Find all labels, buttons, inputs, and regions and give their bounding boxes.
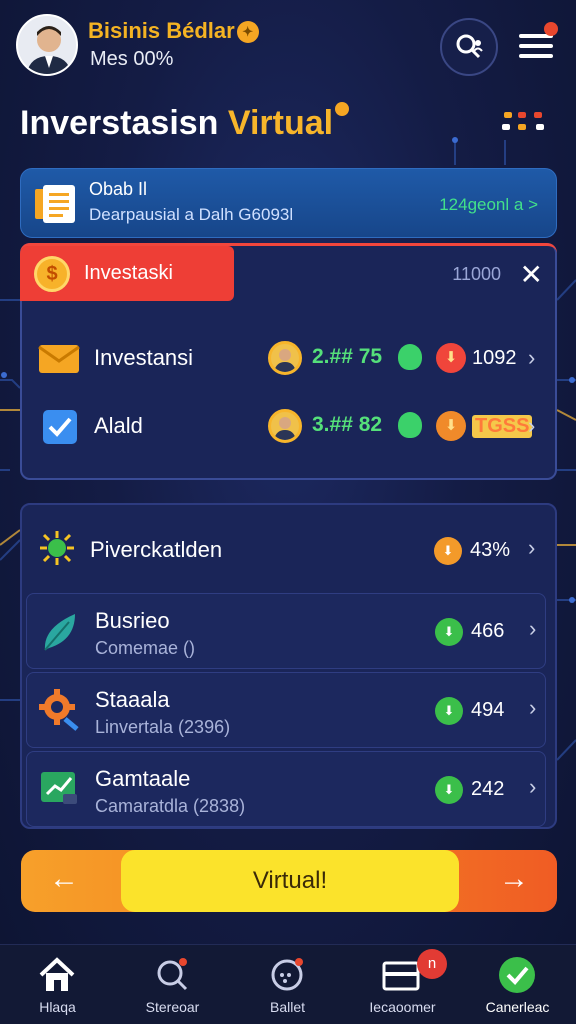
list-item[interactable]: Staaala Linvertala (2396) ⬇ 494 ›: [26, 672, 546, 748]
tab-investaski[interactable]: $ Investaski: [20, 246, 234, 301]
page-title-main: Inverstasisn: [20, 104, 219, 142]
list-item-subtitle: Camaratdla (2838): [95, 796, 246, 816]
chevron-right-icon[interactable]: ›: [528, 535, 535, 561]
search-user-button[interactable]: [440, 18, 498, 76]
arrow-down-icon: ⬇: [435, 697, 463, 725]
investment-panel-header: $ Investaski 11000 ✕: [20, 243, 557, 301]
brand-title: Bisinis Bédlar ✦: [88, 18, 259, 44]
summary-link[interactable]: 124geonl a >: [439, 195, 538, 215]
wallet-icon: [271, 958, 303, 991]
chart-icon: [41, 772, 77, 804]
list-item-subtitle: Linvertala (2396): [95, 717, 231, 737]
row-number: TGSS: [472, 415, 533, 438]
list-item-subtitle: Comemae (): [95, 638, 196, 658]
checkbox-icon: [43, 410, 77, 444]
nav-label: Stereoar: [145, 999, 200, 1015]
home-icon: [39, 957, 75, 991]
document-icon: [35, 185, 75, 223]
search-icon: [157, 958, 188, 991]
menu-button[interactable]: [512, 22, 560, 70]
row-value: 3.## 82: [312, 413, 383, 436]
nav-label: Iecaoomer: [369, 999, 436, 1015]
list-item-value: 494: [471, 699, 505, 721]
row-label: Investansi: [94, 345, 194, 370]
star-badge-icon: ✦: [236, 21, 259, 43]
summary-banner[interactable]: Obab Il Dearpausial a Dalh G6093l 124geo…: [20, 168, 557, 238]
page-title-accent: Virtual: [227, 104, 334, 142]
close-icon[interactable]: ✕: [520, 258, 543, 291]
nav-label: Ballet: [269, 999, 306, 1015]
green-blob-icon: [398, 412, 422, 438]
support-icon: [499, 957, 535, 993]
nav-item-search[interactable]: Stereoar: [115, 945, 230, 1024]
brand-text: Bisinis Bédlar: [88, 18, 235, 43]
investment-row[interactable]: Alald 3.## 82 ⬇ TGSS ›: [22, 395, 555, 459]
page-title: Inverstasisn Virtual: [20, 102, 350, 143]
row-number: 1092: [472, 347, 517, 369]
app-header: Bisinis Bédlar ✦ Mes 00%: [0, 0, 576, 96]
gear-icon: [39, 689, 79, 731]
list-item[interactable]: Gamtaale Camaratdla (2838) ⬇ 242 ›: [26, 751, 546, 827]
list-item-title: Gamtaale: [95, 766, 191, 791]
bottom-navigation: Hlaqa Stereoar Ballet n Iecaoomer Canerl…: [0, 944, 576, 1024]
card-icon: [382, 961, 420, 991]
chevron-right-icon[interactable]: ›: [529, 774, 536, 800]
previous-arrow-button[interactable]: ←: [49, 862, 79, 896]
tab-label: Investaski: [84, 262, 173, 284]
leaf-icon: [44, 614, 75, 651]
arrow-down-icon: ⬇: [434, 537, 462, 565]
virtual-button[interactable]: Virtual!: [121, 850, 459, 912]
list-item-value: 242: [471, 778, 505, 800]
nav-label: Canerleac: [485, 999, 550, 1015]
list-item-title: Piverckatlden: [90, 537, 223, 562]
chevron-right-icon[interactable]: ›: [528, 413, 535, 439]
nav-item-card[interactable]: n Iecaoomer: [345, 945, 460, 1024]
gold-dot-icon: [335, 102, 350, 116]
hamburger-menu-icon: [519, 34, 553, 58]
dots-decoration-icon: [502, 112, 544, 130]
category-list: Piverckatlden ⬇ 43% › Busrieo Comemae ()…: [20, 503, 557, 829]
next-arrow-button[interactable]: →: [499, 862, 529, 896]
nav-label: Hlaqa: [39, 999, 76, 1015]
dollar-coin-icon: $: [34, 255, 70, 292]
investment-row[interactable]: Investansi 2.## 75 ⬇ 1092 ›: [22, 327, 555, 391]
list-item-title: Staaala: [95, 687, 170, 712]
search-user-icon: [456, 34, 483, 59]
row-value: 2.## 75: [312, 345, 383, 368]
nav-item-home[interactable]: Hlaqa: [0, 945, 115, 1024]
status-arrow-icon: ⬇: [436, 343, 466, 373]
row-label: Alald: [94, 413, 143, 438]
panel-count: 11000: [452, 264, 501, 284]
header-subtitle: Mes 00%: [90, 48, 174, 70]
notification-dot: [544, 22, 558, 36]
arrow-down-icon: ⬇: [435, 776, 463, 804]
status-arrow-icon: ⬇: [436, 411, 466, 441]
nav-item-support[interactable]: Canerleac: [460, 945, 575, 1024]
virtual-cta-bar: ← Virtual! →: [21, 850, 557, 912]
person-icon: [26, 26, 72, 74]
list-item-value: 43%: [470, 539, 511, 561]
green-blob-icon: [398, 344, 422, 370]
summary-subtitle: Dearpausial a Dalh G6093l: [89, 205, 294, 224]
virus-icon: [40, 531, 74, 565]
summary-title: Obab Il: [89, 179, 148, 199]
user-avatar[interactable]: [16, 14, 78, 76]
person-avatar-icon: [268, 341, 302, 375]
list-item-value: 466: [471, 620, 505, 642]
envelope-icon: [38, 345, 80, 373]
chevron-right-icon[interactable]: ›: [528, 345, 535, 371]
list-item[interactable]: Piverckatlden ⬇ 43% ›: [22, 511, 555, 587]
list-item[interactable]: Busrieo Comemae () ⬇ 466 ›: [26, 593, 546, 669]
chevron-right-icon[interactable]: ›: [529, 695, 536, 721]
arrow-down-icon: ⬇: [435, 618, 463, 646]
investment-panel: $ Investaski 11000 ✕ Investansi 2.## 75 …: [20, 243, 557, 480]
list-item-title: Busrieo: [95, 608, 170, 633]
nav-item-wallet[interactable]: Ballet: [230, 945, 345, 1024]
person-avatar-icon: [268, 409, 302, 443]
notification-badge: n: [417, 949, 447, 979]
chevron-right-icon[interactable]: ›: [529, 616, 536, 642]
